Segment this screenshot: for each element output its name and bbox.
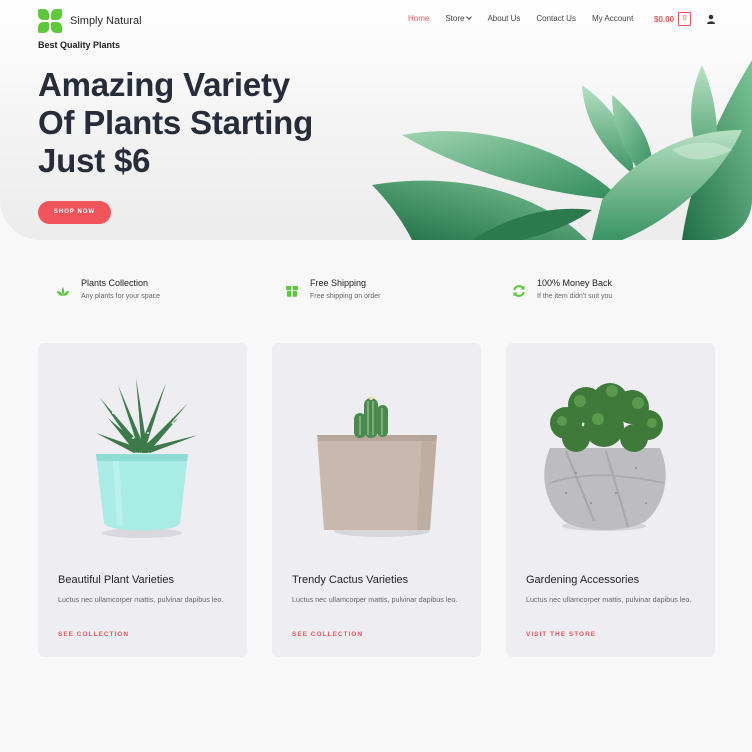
cart-button[interactable]: $0.00 0	[654, 12, 692, 26]
see-collection-link[interactable]: SEE COLLECTION	[292, 631, 363, 638]
feature-title: Free Shipping	[310, 278, 367, 288]
see-collection-link[interactable]: SEE COLLECTION	[58, 631, 129, 638]
card-title: Trendy Cactus Varieties	[292, 574, 409, 586]
user-icon[interactable]	[706, 14, 716, 24]
card-description: Luctus nec ullamcorper mattis, pulvinar …	[526, 595, 692, 604]
plant-icon	[57, 287, 69, 296]
visit-store-link[interactable]: VISIT THE STORE	[526, 631, 596, 638]
nav-contact[interactable]: Contact Us	[536, 14, 576, 23]
main-nav: Home Store About Us Contact Us My Accoun…	[408, 14, 649, 23]
nav-about[interactable]: About Us	[487, 14, 520, 23]
feature-title: Plants Collection	[81, 278, 149, 288]
feature-subtitle: Free shipping on order	[310, 293, 381, 300]
category-card-plants[interactable]: Beautiful Plant Varieties Luctus nec ull…	[38, 343, 247, 657]
card-title: Beautiful Plant Varieties	[58, 574, 174, 586]
feature-title: 100% Money Back	[537, 278, 613, 288]
cactus-pot-image	[317, 396, 437, 537]
hero-title-line: Just $6	[38, 142, 151, 179]
feature-money-back: 100% Money Back If the item didn't suit …	[512, 278, 612, 300]
hero-title-line: Of Plants Starting	[38, 104, 314, 141]
moss-planter-image	[544, 383, 666, 531]
nav-store-label: Store	[445, 14, 465, 23]
hero-title: Amazing Variety Of Plants Starting Just …	[38, 66, 338, 180]
card-description: Luctus nec ullamcorper mattis, pulvinar …	[292, 595, 458, 604]
feature-subtitle: If the item didn't suit you	[537, 293, 613, 300]
shop-now-button[interactable]: SHOP NOW	[38, 201, 111, 224]
logo-icon	[38, 9, 62, 33]
cart-total: $0.00	[654, 14, 675, 24]
potted-plant-image	[96, 378, 198, 538]
cart-count-badge: 0	[678, 12, 692, 26]
nav-store[interactable]: Store	[445, 14, 473, 23]
brand-name: Simply Natural	[70, 15, 142, 27]
logo[interactable]: Simply Natural	[38, 9, 142, 33]
site-header: Simply Natural Home Store About Us Conta…	[0, 0, 752, 40]
hero-title-line: Amazing Variety	[38, 66, 290, 103]
nav-my-account[interactable]: My Account	[592, 14, 633, 23]
card-title: Gardening Accessories	[526, 574, 640, 586]
nav-home[interactable]: Home	[408, 14, 429, 23]
refresh-icon	[513, 285, 525, 297]
feature-free-shipping: Free Shipping Free shipping on order	[285, 278, 380, 300]
feature-plants-collection: Plants Collection Any plants for your sp…	[56, 278, 160, 300]
category-card-accessories[interactable]: Gardening Accessories Luctus nec ullamco…	[506, 343, 715, 657]
box-icon	[286, 286, 298, 297]
hero-eyebrow: Best Quality Plants	[38, 40, 121, 50]
card-description: Luctus nec ullamcorper mattis, pulvinar …	[58, 595, 224, 604]
category-card-cactus[interactable]: Trendy Cactus Varieties Luctus nec ullam…	[272, 343, 481, 657]
feature-subtitle: Any plants for your space	[81, 293, 160, 300]
chevron-down-icon	[466, 14, 473, 20]
